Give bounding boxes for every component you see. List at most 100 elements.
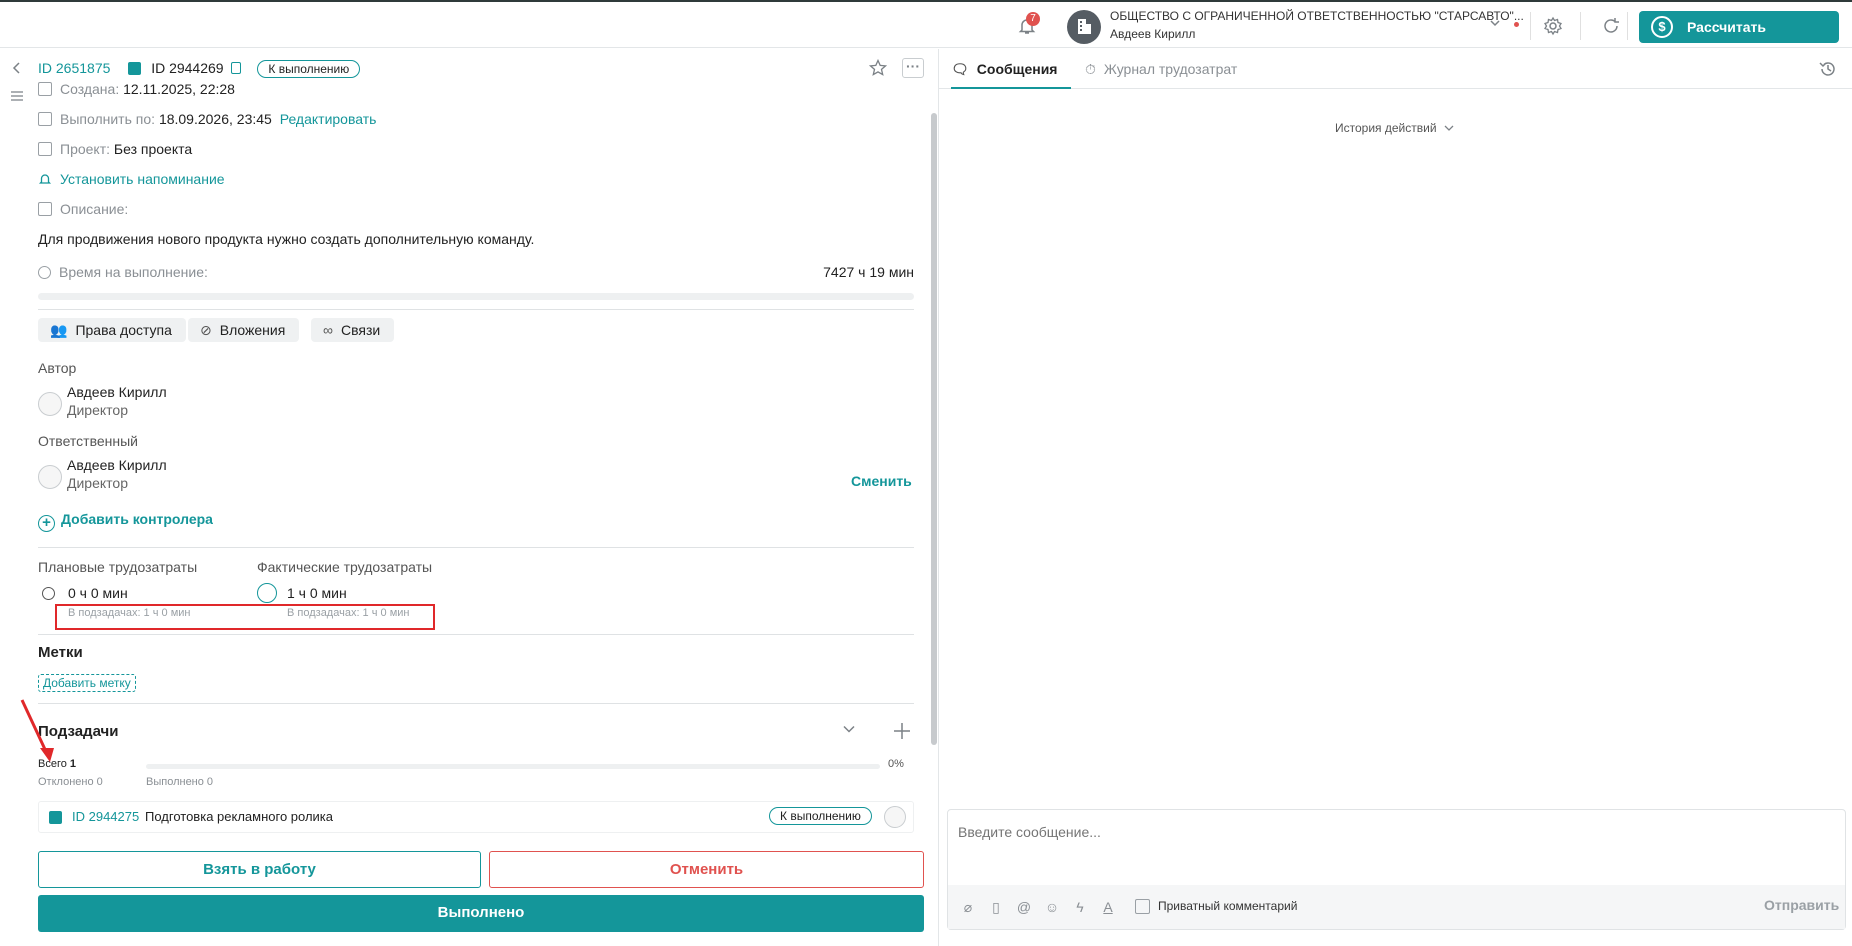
subtasks-percent: 0% xyxy=(888,758,904,770)
edit-due-link[interactable]: Редактировать xyxy=(280,111,377,127)
tab-messages[interactable]: 🗨 Сообщения xyxy=(951,49,1072,89)
description-text: Для продвижения нового продукта нужно со… xyxy=(38,231,535,247)
set-reminder-link[interactable]: Установить напоминание xyxy=(60,171,225,187)
menu-icon[interactable] xyxy=(10,89,24,103)
created-label: Создана: xyxy=(60,81,120,97)
org-name[interactable]: ОБЩЕСТВО С ОГРАНИЧЕННОЙ ОТВЕТСТВЕННОСТЬЮ… xyxy=(1110,9,1524,23)
planned-labor-label: Плановые трудозатраты xyxy=(38,559,198,575)
annotation-arrow-icon xyxy=(14,690,54,765)
text-format-icon[interactable]: A xyxy=(1100,899,1116,915)
star-icon[interactable] xyxy=(869,59,887,77)
message-input[interactable] xyxy=(958,824,1658,840)
stopwatch-icon[interactable] xyxy=(257,583,277,603)
task-type-icon xyxy=(128,62,142,75)
paperclip-icon: ⊘ xyxy=(200,322,212,338)
reminder-row[interactable]: Установить напоминание xyxy=(38,171,225,187)
tab-labor-journal[interactable]: ⏱ Журнал трудозатрат xyxy=(1085,49,1237,89)
time-value: 7427 ч 19 мин xyxy=(823,264,914,280)
chevron-down-icon xyxy=(1444,123,1454,133)
change-responsible-link[interactable]: Сменить xyxy=(851,473,912,489)
tab-journal-label: Журнал трудозатрат xyxy=(1103,61,1238,77)
subtask-status-badge[interactable]: К выполнению xyxy=(769,807,872,825)
responsible-avatar[interactable] xyxy=(38,465,62,489)
created-value: 12.11.2025, 22:28 xyxy=(123,81,235,97)
message-composer: ⌀ ▯ @ ☺ ϟ A Приватный комментарий Отправ… xyxy=(947,809,1846,930)
private-comment-checkbox[interactable] xyxy=(1135,899,1150,914)
calculate-cost-button[interactable]: $ Рассчитать стоимость xyxy=(1639,11,1839,67)
responsible-name[interactable]: Авдеев Кирилл xyxy=(67,457,167,473)
task-id-row: ID 2651875 ID 2944269 К выполнению xyxy=(38,60,361,78)
author-name[interactable]: Авдеев Кирилл xyxy=(67,384,167,400)
author-label: Автор xyxy=(38,360,77,376)
author-role: Директор xyxy=(67,402,128,418)
task-status-badge[interactable]: К выполнению xyxy=(257,60,361,78)
task-type-icon xyxy=(49,811,62,824)
divider xyxy=(38,634,914,635)
responsible-role: Директор xyxy=(67,475,128,491)
send-button[interactable]: Отправить xyxy=(1764,897,1839,913)
history-toggle[interactable]: История действий xyxy=(1335,121,1454,135)
due-row: Выполнить по: 18.09.2026, 23:45 Редактир… xyxy=(38,111,376,127)
history-icon[interactable] xyxy=(1818,59,1838,79)
divider xyxy=(1530,12,1531,40)
actual-labor-label: Фактические трудозатраты xyxy=(257,559,433,575)
file-icon[interactable]: ▯ xyxy=(988,899,1004,915)
take-to-work-button[interactable]: Взять в работу xyxy=(38,851,481,888)
subtask-row[interactable]: ID 2944275 Подготовка рекламного ролика … xyxy=(38,801,914,833)
cancel-task-button[interactable]: Отменить xyxy=(489,851,924,888)
add-controller-button[interactable]: + Добавить контролера xyxy=(38,511,213,532)
building-icon[interactable] xyxy=(1067,10,1101,44)
planned-labor-value: 0 ч 0 мин xyxy=(68,585,128,601)
chevron-down-icon[interactable] xyxy=(1488,16,1502,30)
due-label: Выполнить по: xyxy=(60,111,156,127)
subtask-title[interactable]: Подготовка рекламного ролика xyxy=(145,809,333,824)
chat-icon: 🗨 xyxy=(951,61,969,77)
lightning-icon[interactable]: ϟ xyxy=(1072,899,1088,915)
complete-task-button[interactable]: Выполнено xyxy=(38,895,924,932)
more-options-icon[interactable]: ··· xyxy=(902,58,924,78)
subtasks-rejected: Отклонено 0 xyxy=(38,776,103,788)
project-value[interactable]: Без проекта xyxy=(114,141,192,157)
time-label: Время на выполнение: xyxy=(59,264,208,280)
clock-icon xyxy=(38,266,51,279)
created-row: Создана: 12.11.2025, 22:28 xyxy=(38,81,235,97)
divider xyxy=(1580,12,1581,40)
back-arrow-icon[interactable] xyxy=(10,61,24,75)
current-user-name[interactable]: Авдеев Кирилл xyxy=(1110,27,1195,41)
author-avatar[interactable] xyxy=(38,392,62,416)
chevron-down-icon[interactable] xyxy=(842,722,856,736)
calendar-icon xyxy=(38,82,52,96)
mention-icon[interactable]: @ xyxy=(1016,899,1032,915)
attachments-label: Вложения xyxy=(219,322,286,338)
add-subtask-icon[interactable] xyxy=(893,722,911,740)
responsible-label: Ответственный xyxy=(38,433,138,449)
subtask-id-link[interactable]: ID 2944275 xyxy=(72,809,139,824)
scrollbar[interactable] xyxy=(931,113,937,745)
copy-icon[interactable] xyxy=(231,62,242,74)
paperclip-icon[interactable]: ⌀ xyxy=(960,899,976,915)
parent-task-id-link[interactable]: ID 2651875 xyxy=(38,60,110,76)
project-icon xyxy=(38,142,52,156)
total-value: 1 xyxy=(69,758,77,770)
users-icon: 👥 xyxy=(50,322,68,338)
access-rights-label: Права доступа xyxy=(75,322,172,338)
subtask-assignee-avatar[interactable] xyxy=(884,806,906,828)
description-row: Описание: xyxy=(38,201,128,217)
time-progress-bar xyxy=(38,293,914,300)
tab-messages-label: Сообщения xyxy=(976,61,1058,77)
tags-title: Метки xyxy=(38,644,83,661)
links-chip[interactable]: ∞ Связи xyxy=(311,318,395,342)
links-label: Связи xyxy=(340,322,381,338)
refresh-icon[interactable] xyxy=(1601,16,1621,36)
bell-icon xyxy=(38,172,52,186)
divider xyxy=(1627,12,1628,40)
emoji-icon[interactable]: ☺ xyxy=(1044,899,1060,915)
private-comment-label: Приватный комментарий xyxy=(1158,899,1298,913)
notification-count-badge: 7 xyxy=(1026,12,1040,26)
plus-circle-icon: + xyxy=(38,515,55,532)
attachments-chip[interactable]: ⊘ Вложения xyxy=(188,318,300,342)
top-bar: 7 ОБЩЕСТВО С ОГРАНИЧЕННОЙ ОТВЕТСТВЕННОСТ… xyxy=(0,0,1852,67)
access-rights-chip[interactable]: 👥 Права доступа xyxy=(38,318,186,342)
gear-icon[interactable] xyxy=(1543,16,1563,36)
document-icon xyxy=(38,202,52,216)
